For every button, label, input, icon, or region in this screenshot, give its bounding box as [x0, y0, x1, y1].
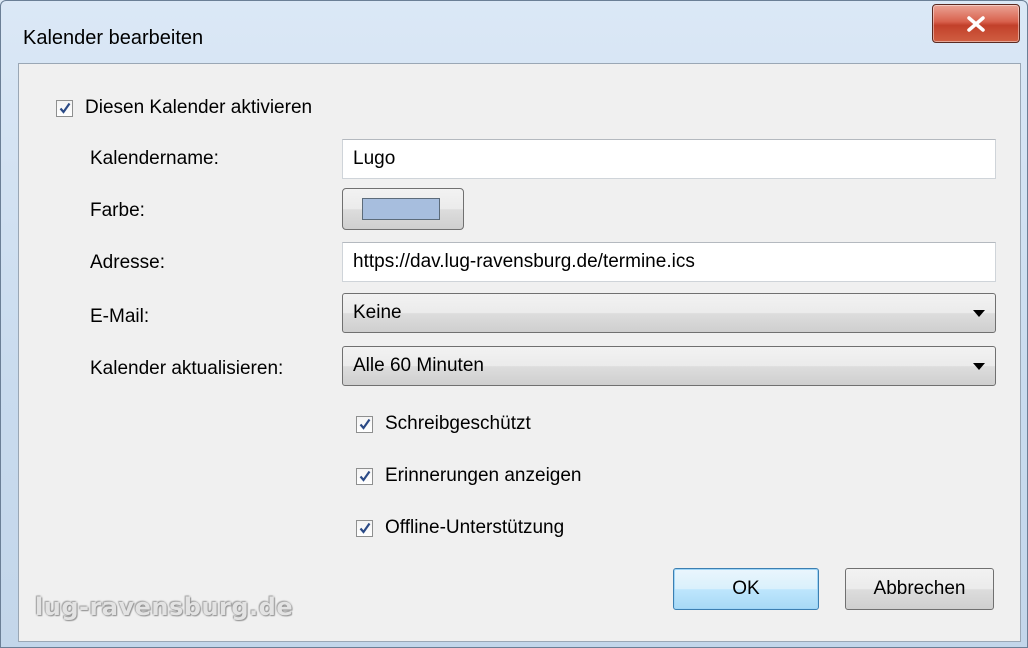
window-title: Kalender bearbeiten — [23, 27, 204, 49]
close-button[interactable] — [932, 4, 1020, 43]
address-input[interactable]: https://dav.lug-ravensburg.de/termine.ic… — [342, 242, 996, 282]
calendar-name-label: Kalendername: — [90, 148, 219, 169]
close-icon — [967, 15, 985, 32]
enable-calendar-checkbox[interactable] — [56, 99, 73, 117]
dropdown-arrow-icon — [973, 310, 985, 317]
email-label: E-Mail: — [90, 306, 150, 327]
email-select[interactable]: Keine — [342, 293, 996, 333]
dropdown-arrow-icon — [973, 363, 985, 370]
readonly-row[interactable]: Schreibgeschützt — [356, 413, 531, 435]
refresh-interval-select[interactable]: Alle 60 Minuten — [342, 346, 996, 386]
offline-row[interactable]: Offline-Unterstützung — [356, 517, 564, 539]
checkmark-icon — [359, 418, 370, 430]
checkmark-icon — [359, 470, 370, 482]
refresh-select-value: Alle 60 Minuten — [353, 355, 484, 376]
readonly-label: Schreibgeschützt — [385, 413, 531, 434]
watermark-text: lug-ravensburg.de — [35, 593, 294, 621]
enable-calendar-row[interactable]: Diesen Kalender aktivieren — [56, 97, 312, 119]
color-swatch — [362, 198, 440, 220]
email-select-value: Keine — [353, 302, 402, 323]
offline-label: Offline-Unterstützung — [385, 517, 565, 538]
color-label: Farbe: — [90, 200, 145, 221]
ok-button[interactable]: OK — [673, 568, 819, 610]
calendar-name-input[interactable]: Lugo — [342, 139, 996, 179]
cancel-button[interactable]: Abbrechen — [845, 568, 994, 610]
readonly-checkbox[interactable] — [356, 415, 373, 433]
address-label: Adresse: — [90, 252, 165, 273]
offline-checkbox[interactable] — [356, 519, 373, 537]
title-bar[interactable]: Kalender bearbeiten — [1, 1, 1027, 63]
dialog-window: Kalender bearbeiten Diesen Kalender akti… — [0, 0, 1028, 648]
enable-calendar-label: Diesen Kalender aktivieren — [85, 97, 313, 118]
reminders-checkbox[interactable] — [356, 467, 373, 485]
color-picker-button[interactable] — [342, 188, 464, 230]
reminders-row[interactable]: Erinnerungen anzeigen — [356, 465, 582, 487]
refresh-label: Kalender aktualisieren: — [90, 358, 284, 379]
checkmark-icon — [359, 522, 370, 534]
checkmark-icon — [59, 102, 70, 114]
reminders-label: Erinnerungen anzeigen — [385, 465, 582, 486]
